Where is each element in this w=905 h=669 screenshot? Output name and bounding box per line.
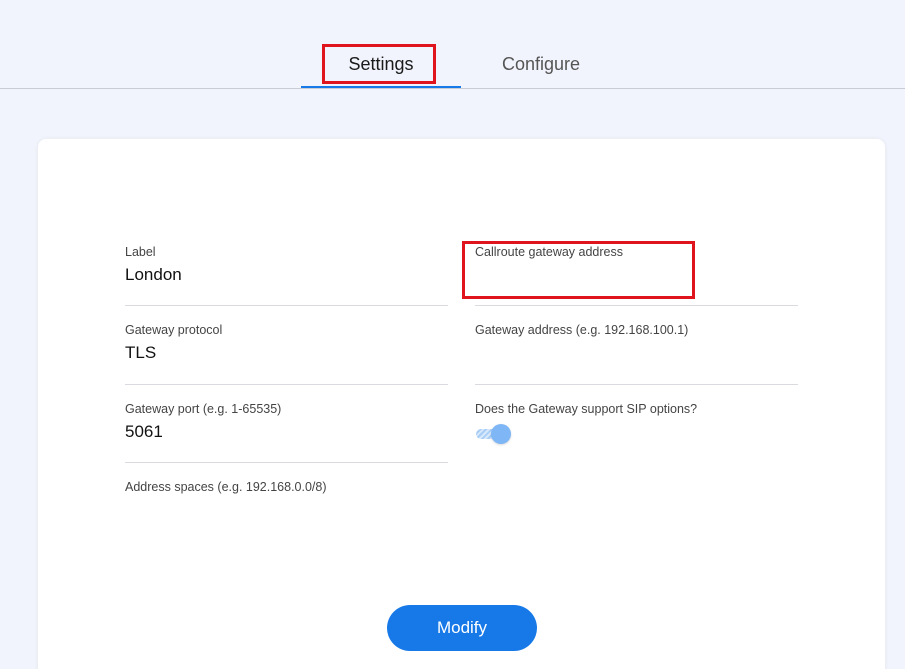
sip-options-label: Does the Gateway support SIP options? [475, 402, 698, 416]
tab-bar: Settings Configure [0, 0, 905, 89]
sip-options-field: Does the Gateway support SIP options? [475, 402, 798, 463]
gateway-port-label: Gateway port (e.g. 1-65535) [125, 402, 282, 416]
tab-settings-label: Settings [348, 53, 414, 74]
toggle-knob [491, 424, 511, 444]
callroute-gateway-address-label: Callroute gateway address [475, 245, 623, 259]
address-spaces-label: Address spaces (e.g. 192.168.0.0/8) [125, 480, 327, 494]
tab-configure[interactable]: Configure [461, 42, 621, 86]
page: Settings Configure Label London Callrout… [0, 0, 905, 669]
gateway-protocol-label: Gateway protocol [125, 323, 223, 337]
gateway-address-field[interactable]: Gateway address (e.g. 192.168.100.1) [475, 323, 798, 385]
settings-card: Label London Callroute gateway address G… [38, 139, 885, 669]
address-spaces-field[interactable]: Address spaces (e.g. 192.168.0.0/8) [125, 480, 448, 520]
callroute-gateway-address-field[interactable]: Callroute gateway address [475, 245, 798, 306]
gateway-protocol-value[interactable]: TLS [125, 343, 156, 363]
label-field-label: Label [125, 245, 156, 259]
gateway-address-label: Gateway address (e.g. 192.168.100.1) [475, 323, 689, 337]
gateway-port-value[interactable]: 5061 [125, 422, 163, 442]
label-field[interactable]: Label London [125, 245, 448, 306]
tab-configure-label: Configure [501, 53, 581, 74]
gateway-protocol-field[interactable]: Gateway protocol TLS [125, 323, 448, 385]
tab-settings[interactable]: Settings [301, 42, 461, 88]
label-field-value[interactable]: London [125, 265, 182, 285]
modify-button[interactable]: Modify [387, 605, 537, 651]
sip-options-toggle[interactable] [475, 424, 511, 444]
gateway-port-field[interactable]: Gateway port (e.g. 1-65535) 5061 [125, 402, 448, 463]
